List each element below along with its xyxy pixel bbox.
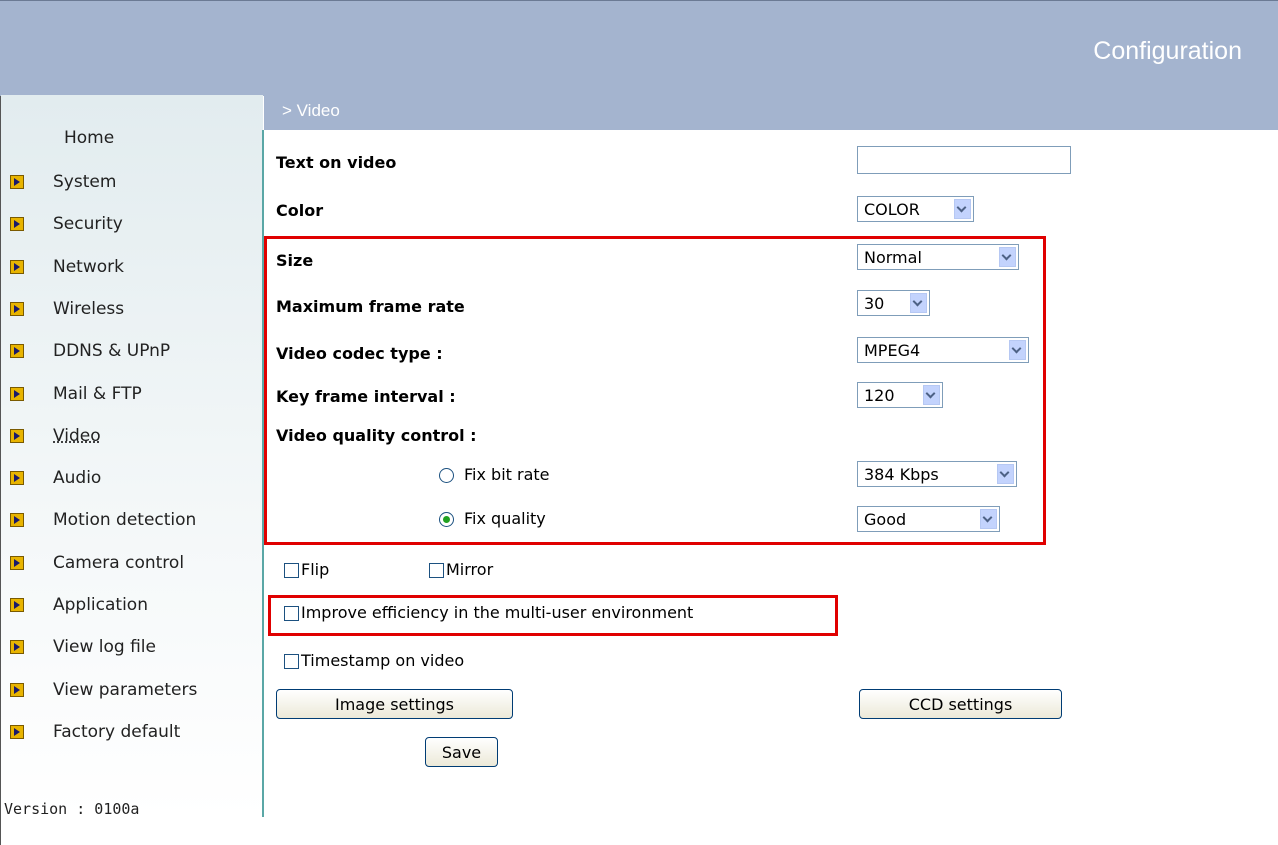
sidebar-item-label: Video — [53, 426, 101, 446]
arrow-right-icon — [10, 683, 24, 697]
arrow-right-icon — [10, 640, 24, 654]
text-on-video-input[interactable] — [857, 146, 1071, 174]
sidebar-item-view-parameters[interactable]: View parameters — [10, 678, 197, 702]
arrow-right-icon — [10, 175, 24, 189]
sidebar-item-mail-ftp[interactable]: Mail & FTP — [10, 382, 142, 406]
arrow-right-icon — [10, 725, 24, 739]
arrow-right-icon — [10, 260, 24, 274]
save-button[interactable]: Save — [425, 737, 498, 767]
sidebar-item-label: Wireless — [53, 299, 125, 319]
sidebar-item-video[interactable]: Video — [10, 424, 101, 448]
sidebar-item-audio[interactable]: Audio — [10, 466, 101, 490]
flip-checkbox[interactable] — [284, 563, 299, 578]
sidebar-item-label: Network — [53, 257, 124, 277]
arrow-right-icon — [10, 302, 24, 316]
mirror-checkbox[interactable] — [429, 563, 444, 578]
text-on-video-label: Text on video — [276, 153, 397, 172]
color-select-value: COLOR — [864, 199, 920, 219]
section-bar: > Video — [264, 96, 1278, 130]
flip-label: Flip — [301, 560, 330, 579]
arrow-right-icon — [10, 513, 24, 527]
header-bar: Configuration — [0, 0, 1278, 96]
arrow-right-icon — [10, 387, 24, 401]
image-settings-button[interactable]: Image settings — [276, 689, 513, 719]
arrow-right-icon — [10, 556, 24, 570]
sidebar-item-label: DDNS & UPnP — [53, 341, 171, 361]
arrow-right-icon — [10, 598, 24, 612]
color-select[interactable]: COLOR — [857, 196, 974, 222]
sidebar-item-label: View parameters — [53, 680, 198, 700]
sidebar-item-home[interactable]: Home — [64, 128, 114, 148]
multi-user-checkbox[interactable] — [284, 606, 299, 621]
sidebar-item-label: Motion detection — [53, 510, 197, 530]
sidebar-item-motion-detection[interactable]: Motion detection — [10, 508, 196, 532]
sidebar — [1, 95, 263, 817]
sidebar-item-system[interactable]: System — [10, 170, 116, 194]
sidebar-item-application[interactable]: Application — [10, 593, 148, 617]
sidebar-item-factory-default[interactable]: Factory default — [10, 720, 180, 744]
ccd-settings-button[interactable]: CCD settings — [859, 689, 1062, 719]
sidebar-item-security[interactable]: Security — [10, 212, 123, 236]
arrow-right-icon — [10, 429, 24, 443]
sidebar-item-camera-control[interactable]: Camera control — [10, 551, 184, 575]
sidebar-item-label: Security — [53, 214, 123, 234]
page-title: Configuration — [1093, 37, 1242, 65]
sidebar-item-label: Factory default — [53, 722, 181, 742]
arrow-right-icon — [10, 471, 24, 485]
multi-user-label: Improve efficiency in the multi-user env… — [301, 603, 694, 622]
sidebar-item-label: View log file — [53, 637, 156, 657]
sidebar-item-label: Camera control — [53, 553, 185, 573]
sidebar-item-view-log-file[interactable]: View log file — [10, 635, 156, 659]
sidebar-item-label: System — [53, 172, 117, 192]
color-label: Color — [276, 201, 324, 220]
mirror-label: Mirror — [446, 560, 494, 579]
timestamp-label: Timestamp on video — [301, 651, 465, 670]
arrow-right-icon — [10, 217, 24, 231]
sidebar-item-ddns-upnp[interactable]: DDNS & UPnP — [10, 339, 170, 363]
version-label: Version : 0100a — [4, 800, 140, 818]
chevron-down-icon — [954, 199, 971, 219]
timestamp-checkbox[interactable] — [284, 654, 299, 669]
section-title: > Video — [282, 101, 340, 120]
sidebar-item-label: Audio — [53, 468, 102, 488]
sidebar-item-label: Application — [53, 595, 148, 615]
sidebar-item-label: Mail & FTP — [53, 384, 142, 404]
sidebar-item-network[interactable]: Network — [10, 255, 124, 279]
sidebar-item-wireless[interactable]: Wireless — [10, 297, 124, 321]
arrow-right-icon — [10, 344, 24, 358]
highlight-box-video-settings — [264, 236, 1046, 545]
